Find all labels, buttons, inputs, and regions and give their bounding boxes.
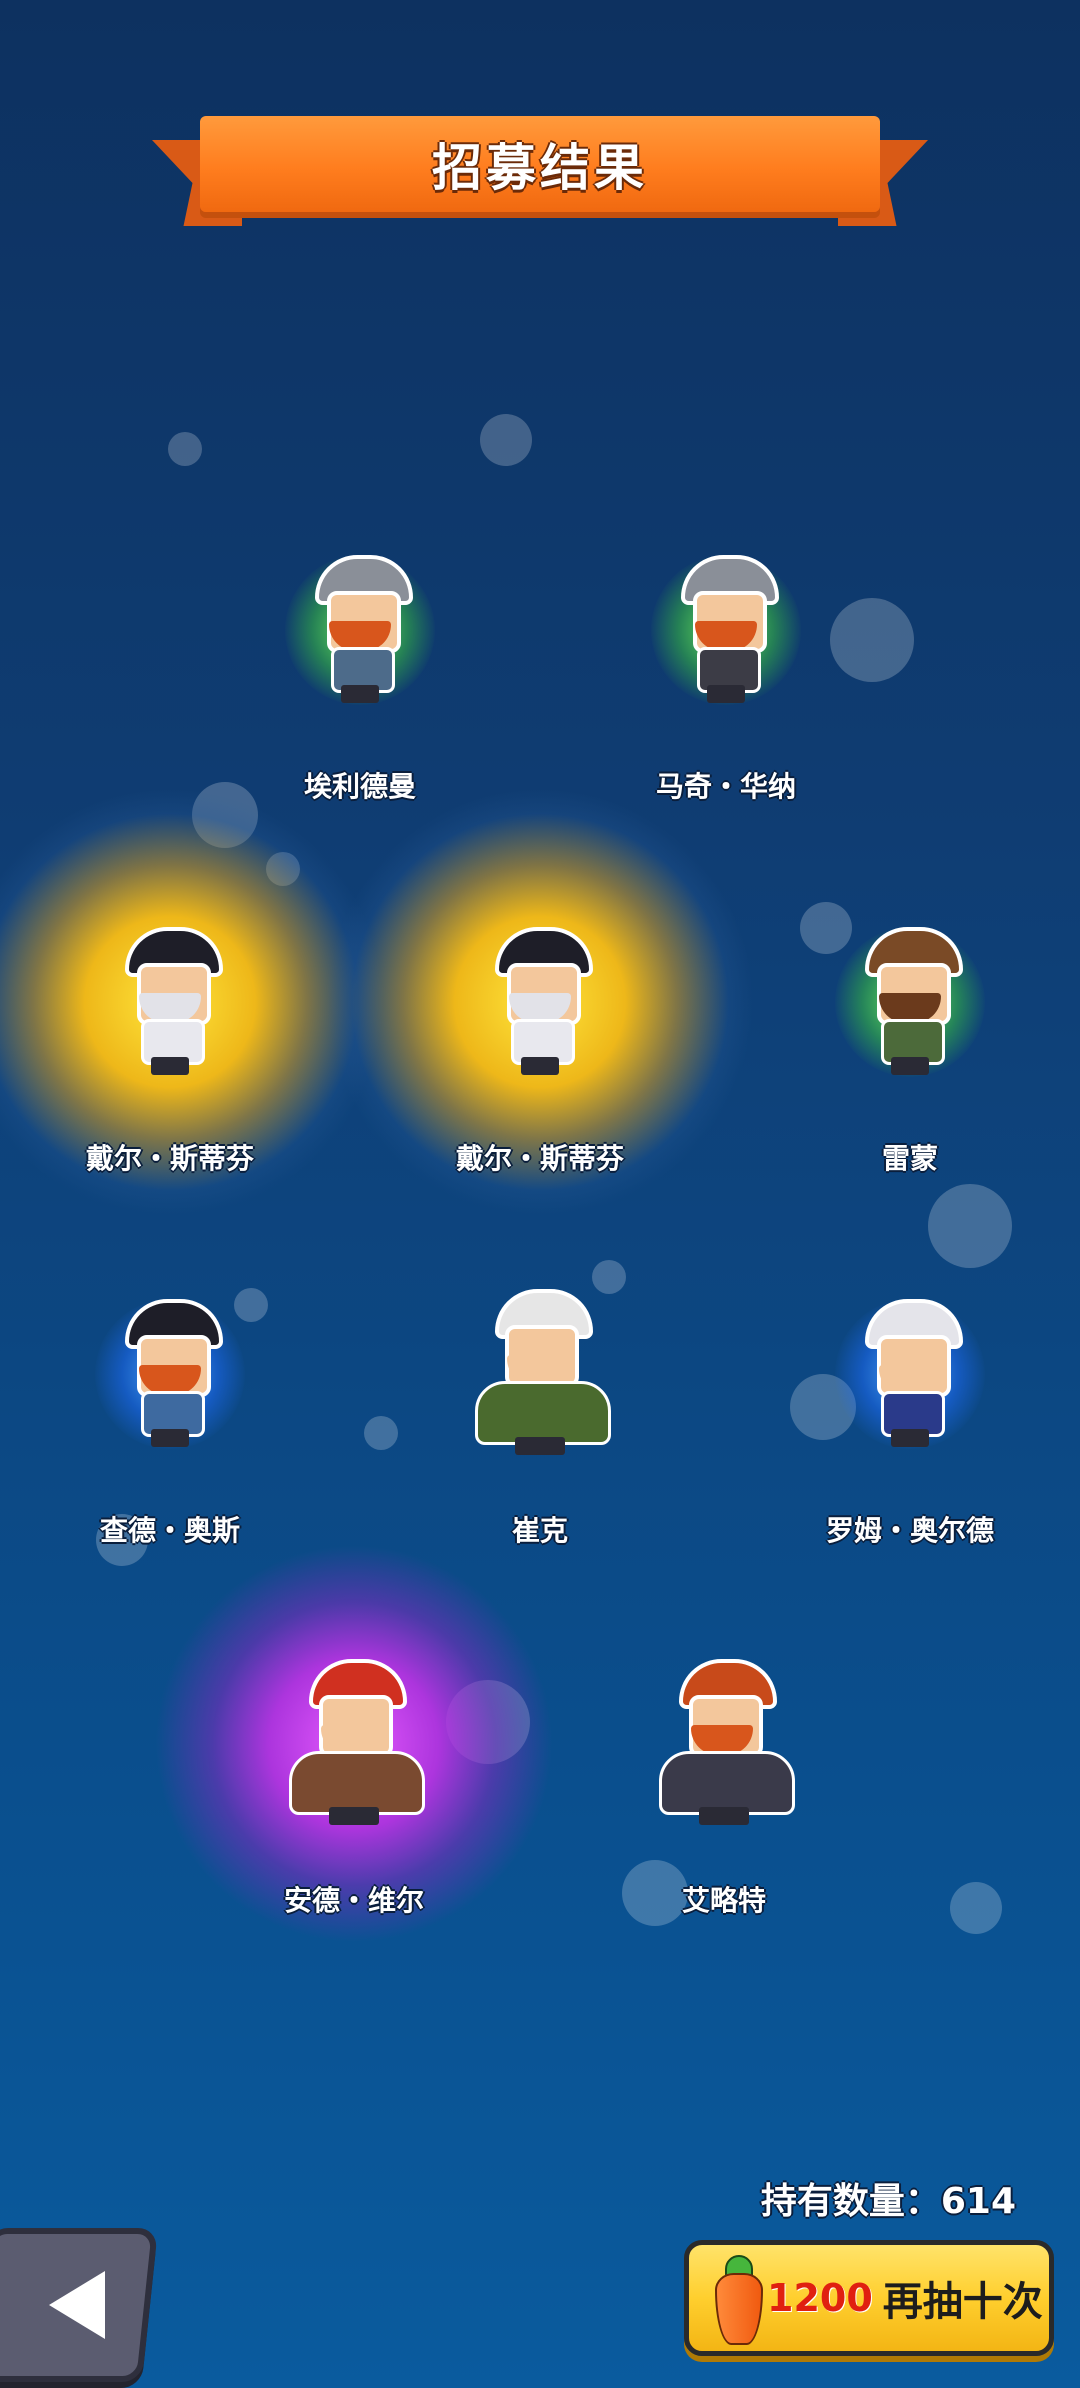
hero-name: 马奇・华纳 [655,770,796,803]
hero-card[interactable]: 崔克 [410,1244,670,1547]
hero-legs [515,1437,565,1455]
recruit-ten-again-button[interactable]: 1200 再抽十次 [684,2240,1054,2356]
back-button[interactable] [0,2228,159,2382]
hero-card[interactable]: 雷蒙 [780,872,1040,1175]
owned-count-value: 614 [940,2181,1016,2222]
hero-card[interactable]: 埃利德曼 [230,500,490,803]
hero-portrait [485,927,595,1077]
owned-count-display: 持有数量：614 [761,2172,1016,2224]
hero-legs [891,1429,929,1447]
hero-card[interactable]: 安德・维尔 [154,1544,554,1944]
hero-body [289,1751,425,1815]
hero-name: 安德・维尔 [283,1884,424,1917]
hero-legs [707,685,745,703]
recruit-label: 再抽十次 [882,2279,1043,2325]
background-bubble [168,432,202,466]
hero-legs [891,1057,929,1075]
hero-portrait [279,1659,429,1829]
hero-legs [329,1807,379,1825]
hero-card[interactable]: 戴尔・斯蒂芬 [325,787,755,1217]
hero-portrait [305,555,415,705]
hero-portrait [465,1289,615,1459]
hero-name: 戴尔・斯蒂芬 [85,1142,254,1175]
hero-name: 戴尔・斯蒂芬 [455,1142,624,1175]
hero-name: 查德・奥斯 [99,1514,240,1547]
hero-name: 崔克 [511,1514,568,1547]
hero-legs [699,1807,749,1825]
hero-body [659,1751,795,1815]
hero-legs [341,685,379,703]
title-banner: 招募结果 [152,116,928,228]
hero-portrait [115,927,225,1077]
hero-portrait [855,927,965,1077]
hero-legs [521,1057,559,1075]
hero-legs [151,1429,189,1447]
hero-name: 埃利德曼 [303,770,416,803]
background-bubble [480,414,532,466]
hero-name: 罗姆・奥尔德 [825,1514,994,1547]
back-arrow-icon [48,2271,105,2339]
hero-name: 雷蒙 [881,1142,938,1175]
hero-card[interactable]: 查德・奥斯 [40,1244,300,1547]
hero-card[interactable]: 罗姆・奥尔德 [780,1244,1040,1547]
hero-name: 艾略特 [681,1884,766,1917]
banner-plate: 招募结果 [200,116,880,212]
background-bubble [950,1882,1002,1934]
hero-portrait [115,1299,225,1449]
hero-legs [151,1057,189,1075]
hero-portrait [649,1659,799,1829]
hero-body [475,1381,611,1445]
hero-card[interactable]: 艾略特 [594,1614,854,1917]
recruit-cost: 1200 [767,2276,873,2320]
page-title: 招募结果 [432,139,648,197]
hero-portrait [855,1299,965,1449]
hero-card[interactable]: 马奇・华纳 [596,500,856,803]
owned-count-label: 持有数量： [760,2181,941,2222]
background-bubble [364,1416,398,1450]
hero-portrait [671,555,781,705]
hero-card[interactable]: 戴尔・斯蒂芬 [0,787,385,1217]
carrot-icon [711,2255,763,2345]
